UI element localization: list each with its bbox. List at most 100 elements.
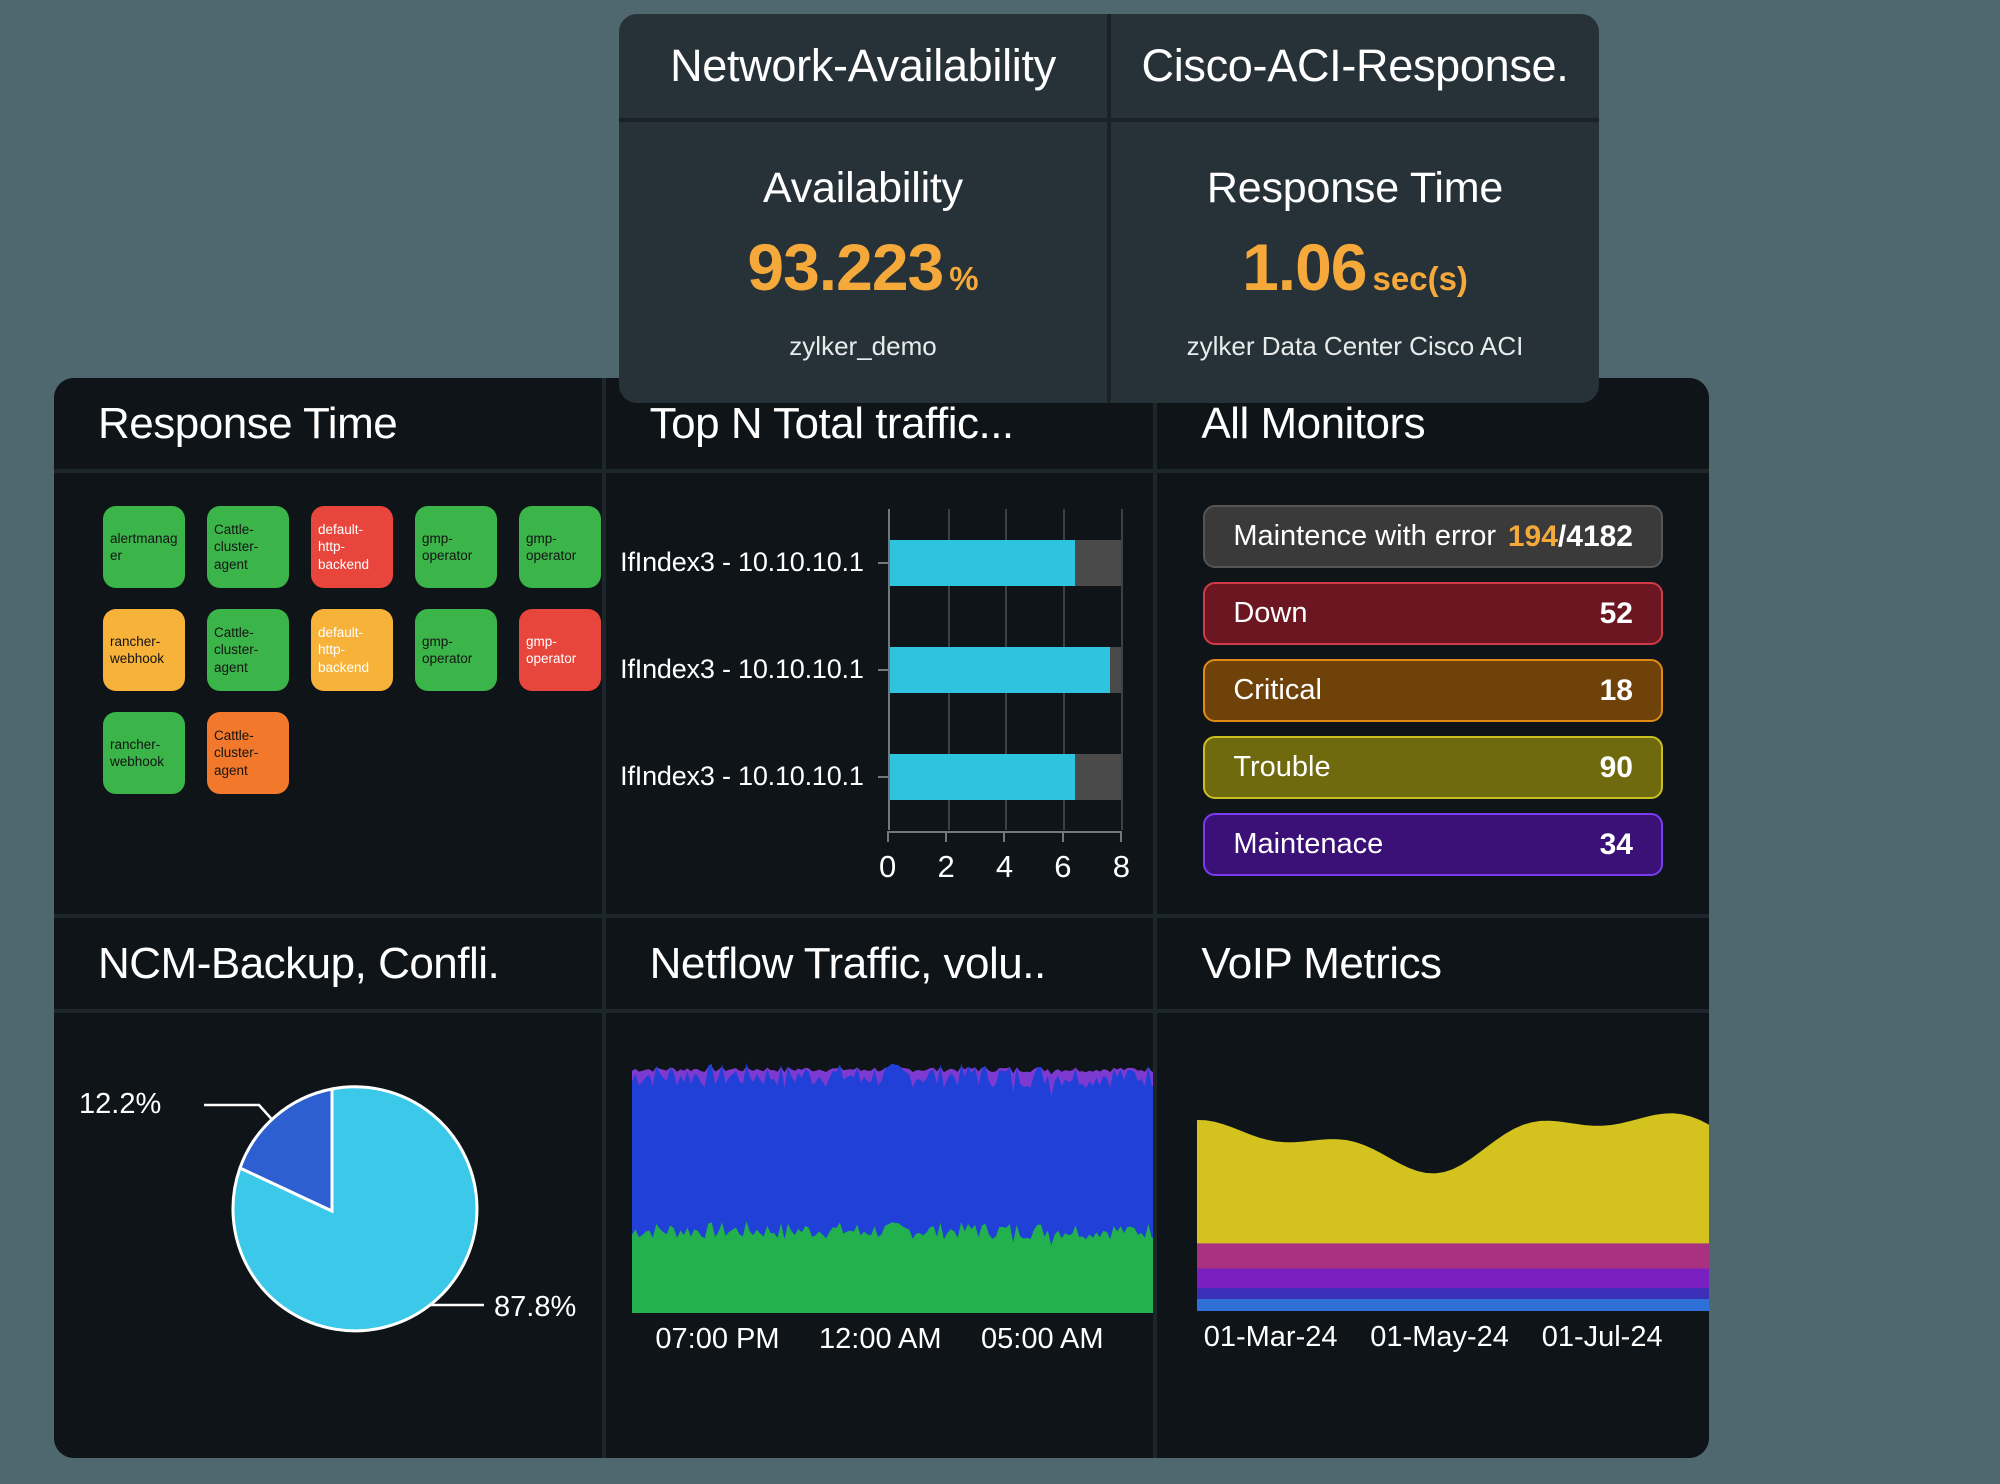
bar-chart-row[interactable]: IfIndex3 - 10.10.10.1	[606, 616, 1124, 723]
monitor-badge-label: gmp-operator	[422, 530, 473, 563]
tile-top-n-traffic[interactable]: Top N Total traffic... IfIndex3 - 10.10.…	[605, 378, 1158, 918]
tile-body: IfIndex3 - 10.10.10.1 IfIndex3 - 10.10.10…	[606, 473, 1154, 914]
monitor-badge-label: Cattle-cluster-agent	[214, 728, 259, 778]
netflow-tick-2: 05:00 AM	[981, 1323, 1104, 1355]
bar-row-plot	[887, 509, 1124, 616]
pie-label-major: 87.8%	[494, 1291, 577, 1323]
bar-row-label: IfIndex3 - 10.10.10.1	[620, 654, 864, 684]
tile-title: VoIP Metrics	[1201, 938, 1442, 988]
tile-header: VoIP Metrics	[1157, 918, 1709, 1013]
axis-tick	[886, 831, 889, 842]
monitor-status-label: Trouble	[1233, 751, 1331, 783]
tile-title: All Monitors	[1201, 398, 1426, 448]
monitor-status-value-accent: 194	[1507, 519, 1558, 553]
monitor-badge[interactable]: rancher-webhook	[103, 712, 185, 794]
tile-ncm-backup[interactable]: NCM-Backup, Confli. 12.2% 87.8%	[54, 918, 606, 1458]
netflow-area-chart: 07:00 PM 12:00 AM 05:00 AM	[606, 1013, 1154, 1458]
tile-voip-metrics[interactable]: VoIP Metrics 01-Mar-24 01-May-24 01-Jul-…	[1157, 918, 1709, 1458]
monitor-status-row[interactable]: Maintenace 34	[1203, 813, 1663, 876]
monitor-badge[interactable]: alertmanager	[103, 506, 185, 588]
axis-tick-label: 0	[879, 849, 897, 884]
monitor-status-label: Critical	[1233, 674, 1322, 706]
bar-fill[interactable]	[889, 646, 1110, 693]
monitor-badge-label: gmp-operator	[422, 633, 473, 666]
bar-row-tick	[877, 775, 888, 778]
kpi-card-header: Network-Availability	[619, 14, 1107, 122]
monitor-badge-label: gmp-operator	[526, 530, 577, 563]
tile-netflow-traffic[interactable]: Netflow Traffic, volu.. 07:00 PM 12:00 A…	[605, 918, 1158, 1458]
monitor-status-value: 52	[1600, 597, 1633, 631]
monitor-status-row[interactable]: Down 52	[1203, 582, 1663, 645]
tile-all-monitors[interactable]: All Monitors Maintence with error 194/418…	[1157, 378, 1709, 918]
monitor-status-value: 194/4182	[1508, 520, 1633, 554]
tile-title: Response Time	[98, 398, 398, 448]
bar-row-plot	[887, 723, 1124, 830]
monitor-status-row[interactable]: Critical 18	[1203, 659, 1663, 722]
tile-body: alertmanager Cattle-cluster-agent default-…	[54, 473, 602, 914]
bar-fill[interactable]	[889, 539, 1075, 586]
kpi-unit: sec(s)	[1372, 259, 1468, 297]
bar-chart-row[interactable]: IfIndex3 - 10.10.10.1	[606, 509, 1124, 616]
monitor-badge[interactable]: Cattle-cluster-agent	[207, 506, 289, 588]
monitor-badge[interactable]: Cattle-cluster-agent	[207, 712, 289, 794]
monitor-status-value: 34	[1600, 828, 1633, 862]
kpi-card-network-availability[interactable]: Network-Availability Availability 93.223…	[619, 14, 1107, 403]
kpi-metric-label: Availability	[763, 163, 963, 212]
netflow-svg	[631, 1063, 1154, 1313]
monitor-badge-label: alertmanager	[110, 530, 178, 563]
monitor-badge-label: default-http-backend	[318, 625, 370, 675]
kpi-subtitle: zylker_demo	[789, 330, 937, 361]
monitor-badge[interactable]: Cattle-cluster-agent	[207, 609, 289, 691]
voip-tick-1: 01-May-24	[1370, 1321, 1509, 1353]
tile-body: 01-Mar-24 01-May-24 01-Jul-24	[1157, 1013, 1709, 1458]
monitor-status-label: Maintenace	[1233, 828, 1384, 860]
kpi-card-cisco-aci-response[interactable]: Cisco-ACI-Response. Response Time 1.06 s…	[1107, 14, 1599, 403]
monitor-badge[interactable]: gmp-operator	[519, 609, 601, 691]
tile-response-time[interactable]: Response Time alertmanager Cattle-cluster…	[54, 378, 606, 918]
monitor-status-value: 90	[1600, 751, 1633, 785]
axis-tick	[1061, 831, 1064, 842]
monitor-badge[interactable]: gmp-operator	[415, 506, 497, 588]
axis-tick	[1003, 831, 1006, 842]
bar-chart-row[interactable]: IfIndex3 - 10.10.10.1	[606, 723, 1124, 830]
kpi-subtitle: zylker Data Center Cisco ACI	[1186, 330, 1524, 361]
dashboard-root: Network-Availability Availability 93.223…	[0, 0, 2000, 1484]
monitor-badge[interactable]: default-http-backend	[311, 506, 393, 588]
tile-body: 12.2% 87.8%	[54, 1013, 602, 1458]
bar-row-tick	[877, 668, 888, 671]
bar-chart-x-axis: 0 2 4 6 8	[879, 831, 1130, 901]
kpi-value-row: 1.06 sec(s)	[1242, 229, 1468, 305]
voip-svg	[1197, 1113, 1709, 1311]
monitor-status-label: Down	[1233, 597, 1308, 629]
kpi-card-body: Response Time 1.06 sec(s) zylker Data Ce…	[1111, 122, 1599, 403]
tile-header: Response Time	[54, 378, 602, 473]
kpi-value: 1.06	[1242, 229, 1367, 304]
kpi-card-body: Availability 93.223 % zylker_demo	[619, 122, 1107, 403]
monitor-status-value: 18	[1600, 674, 1633, 708]
ncm-pie-chart: 12.2% 87.8%	[54, 1013, 602, 1458]
monitor-badge[interactable]: gmp-operator	[415, 609, 497, 691]
monitor-badge-label: gmp-operator	[526, 633, 577, 666]
bar-row-label: IfIndex3 - 10.10.10.1	[620, 761, 864, 791]
tile-title: Top N Total traffic...	[649, 398, 1014, 448]
monitor-status-row[interactable]: Trouble 90	[1203, 736, 1663, 799]
monitor-badge[interactable]: gmp-operator	[519, 506, 601, 588]
voip-area-band	[1197, 1299, 1709, 1311]
monitor-status-value-rest: 90	[1599, 750, 1633, 784]
axis-tick-label: 6	[1054, 849, 1072, 884]
tile-body: 07:00 PM 12:00 AM 05:00 AM	[606, 1013, 1154, 1458]
monitor-badge[interactable]: rancher-webhook	[103, 609, 185, 691]
kpi-card-header: Cisco-ACI-Response.	[1111, 14, 1599, 122]
kpi-unit: %	[949, 259, 979, 297]
grid-line	[1121, 616, 1124, 723]
monitor-status-row[interactable]: Maintence with error 194/4182	[1203, 505, 1663, 568]
tile-header: NCM-Backup, Confli.	[54, 918, 602, 1013]
bar-fill[interactable]	[889, 753, 1075, 800]
voip-area-chart: 01-Mar-24 01-May-24 01-Jul-24	[1157, 1013, 1709, 1458]
bar-rows: IfIndex3 - 10.10.10.1 IfIndex3 - 10.10.10…	[606, 509, 1124, 831]
monitor-badge-label: rancher-webhook	[110, 633, 165, 666]
voip-tick-0: 01-Mar-24	[1203, 1321, 1338, 1353]
monitor-badge[interactable]: default-http-backend	[311, 609, 393, 691]
netflow-x-axis: 07:00 PM 12:00 AM 05:00 AM	[606, 1313, 1154, 1356]
tile-title: Netflow Traffic, volu..	[649, 938, 1046, 988]
